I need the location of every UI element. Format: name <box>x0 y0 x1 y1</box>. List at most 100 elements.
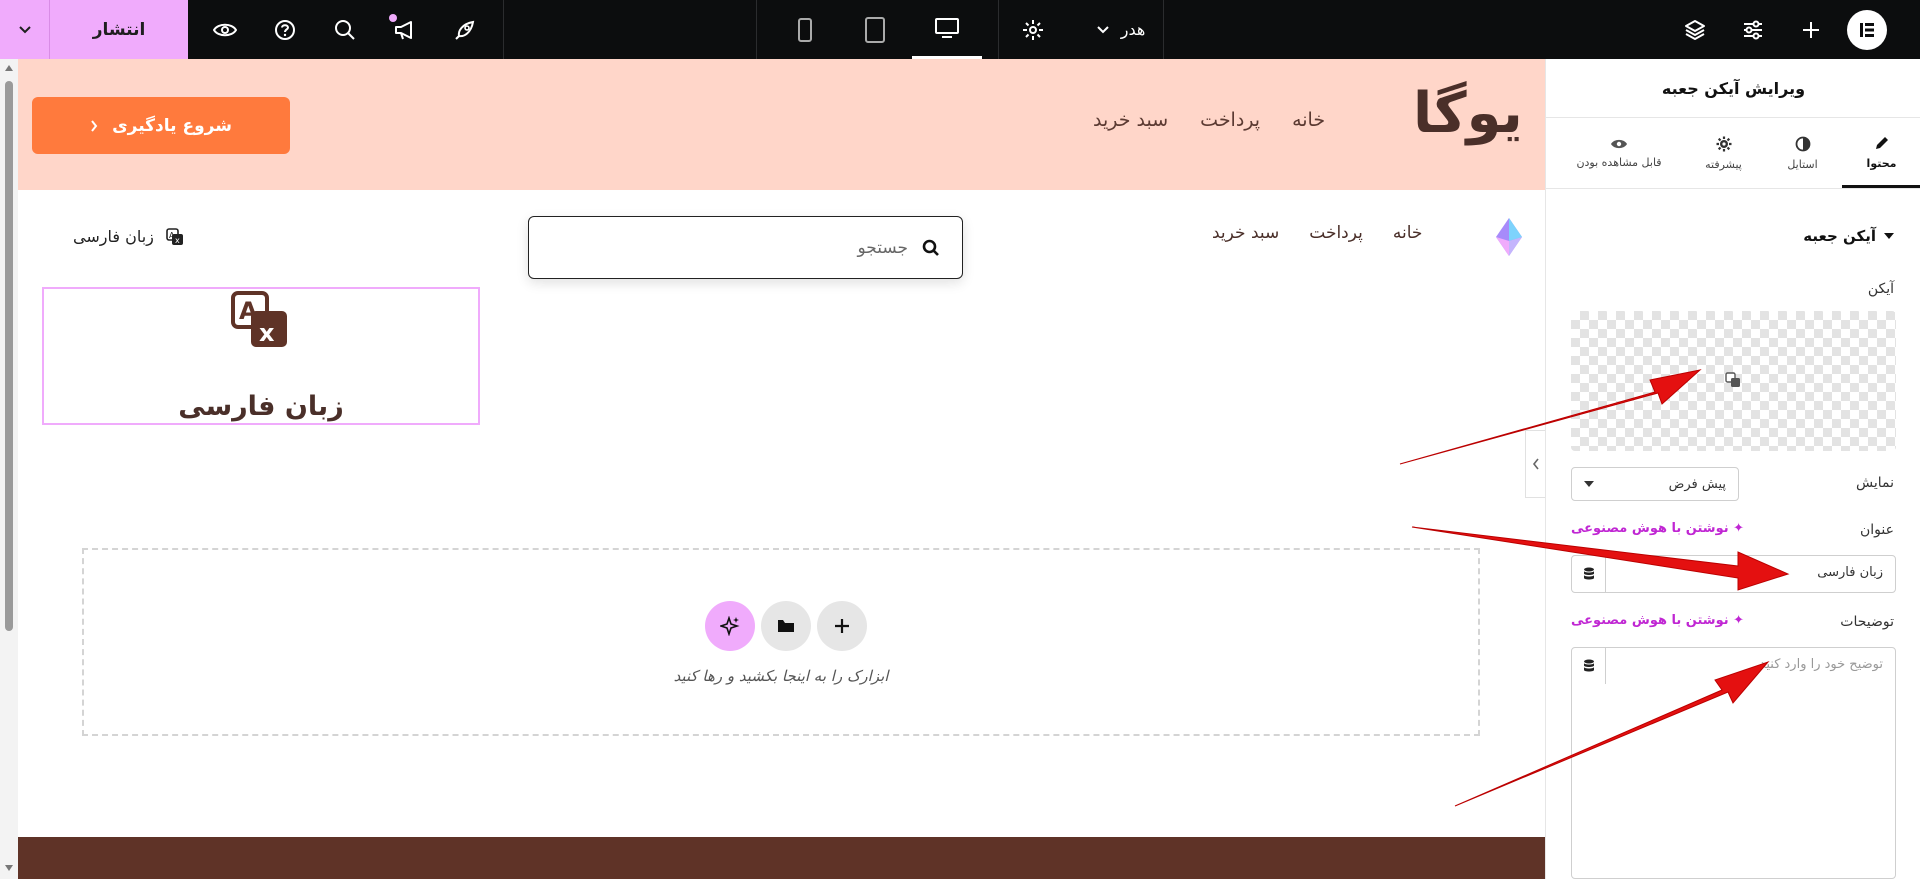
ai-write-title-link[interactable]: ✦ نوشتن با هوش مصنوعی <box>1571 521 1744 536</box>
template-select[interactable]: هدر <box>1076 0 1166 59</box>
elementor-logo-icon <box>1860 23 1874 37</box>
whats-new-button[interactable] <box>380 0 430 59</box>
tab-visibility[interactable]: قابل مشاهده بودن <box>1554 119 1684 188</box>
help-button[interactable] <box>260 0 310 59</box>
section-title: آیکن جعبه <box>1803 227 1876 245</box>
svg-text:x: x <box>259 319 275 347</box>
help-icon <box>275 19 295 40</box>
pencil-icon <box>1875 136 1888 149</box>
ai-write-description-label: نوشتن با هوش مصنوعی <box>1571 613 1729 628</box>
language-label: زبان فارسی <box>73 227 154 246</box>
preview-button[interactable] <box>200 0 250 59</box>
plus-icon <box>835 619 849 633</box>
svg-text:A: A <box>239 297 258 325</box>
description-textarea[interactable]: توضیح خود را وارد کنید <box>1760 657 1883 672</box>
scroll-down-arrow[interactable] <box>5 865 13 871</box>
start-learning-button[interactable]: شروع یادگیری <box>32 97 290 154</box>
megaphone-icon <box>395 20 412 39</box>
editor-canvas: شروع یادگیری خانه پرداخت سبد خرید یوگا خ… <box>18 59 1545 879</box>
ai-write-description-link[interactable]: ✦ نوشتن با هوش مصنوعی <box>1571 613 1744 628</box>
caret-down-icon <box>1584 481 1594 487</box>
ai-generate-button[interactable] <box>705 601 755 651</box>
tablet-view-button[interactable] <box>840 0 910 59</box>
add-element-button[interactable] <box>1786 0 1836 59</box>
title-input[interactable]: زبان فارسی <box>1817 565 1883 580</box>
display-select[interactable]: پیش فرض <box>1571 467 1739 501</box>
hero-nav: خانه پرداخت سبد خرید <box>1093 109 1325 131</box>
plus-icon <box>1803 21 1819 38</box>
translate-icon <box>1725 372 1740 387</box>
chevron-down-icon <box>1097 25 1109 33</box>
brand-logo-text[interactable]: یوگا <box>1413 81 1523 146</box>
desktop-view-button[interactable] <box>912 0 982 59</box>
icon-picker-preview[interactable] <box>1571 311 1896 451</box>
dynamic-tags-button[interactable] <box>1572 556 1606 592</box>
eye-icon <box>213 23 237 36</box>
tab-style-label: استایل <box>1787 158 1818 171</box>
sparkle-icon: ✦ <box>1733 613 1745 628</box>
icon-box-widget[interactable]: Ax زبان فارسی <box>42 287 480 425</box>
tab-content[interactable]: محتوا <box>1842 119 1920 188</box>
description-label: توضیحات <box>1840 614 1894 630</box>
footer-section <box>18 837 1545 879</box>
header-nav: خانه پرداخت سبد خرید <box>1212 223 1422 243</box>
header-nav-checkout[interactable]: پرداخت <box>1309 223 1363 243</box>
tab-advanced[interactable]: پیشرفته <box>1684 119 1763 188</box>
database-icon <box>1583 567 1594 580</box>
top-bar: انتشار هدر <box>0 0 1920 59</box>
header-nav-home[interactable]: خانه <box>1393 223 1423 243</box>
panel-collapse-toggle[interactable] <box>1525 430 1545 498</box>
hero-nav-cart[interactable]: سبد خرید <box>1093 109 1168 131</box>
publish-group: انتشار <box>0 0 188 59</box>
translate-icon: Ax <box>166 227 183 245</box>
search-icon <box>335 19 355 40</box>
language-switcher[interactable]: زبان فارسی Ax <box>73 227 184 246</box>
translate-icon: Ax <box>229 289 293 357</box>
search-input[interactable]: جستجو <box>857 238 908 258</box>
dropzone-hint: ابزارک را به اینجا بکشید و رها کنید <box>673 667 889 685</box>
hero-nav-checkout[interactable]: پرداخت <box>1200 109 1260 131</box>
caret-down-icon <box>1884 233 1894 239</box>
structure-button[interactable] <box>1670 0 1720 59</box>
page-settings-button[interactable] <box>1008 0 1058 59</box>
dynamic-tags-button[interactable] <box>1572 648 1606 684</box>
notification-dot <box>389 14 397 22</box>
description-field[interactable]: توضیح خود را وارد کنید <box>1571 647 1896 879</box>
tab-style[interactable]: استایل <box>1763 119 1842 188</box>
folder-icon <box>778 620 794 632</box>
sparkle-icon: ✦ <box>1733 521 1745 536</box>
site-logo-icon[interactable] <box>1495 217 1523 261</box>
title-field[interactable]: زبان فارسی <box>1571 555 1896 593</box>
publish-options-button[interactable] <box>0 0 50 59</box>
cta-label: شروع یادگیری <box>112 115 232 136</box>
panel-title: ویرایش آیکن جعبه <box>1546 59 1920 118</box>
mobile-view-button[interactable] <box>770 0 840 59</box>
canvas-scrollbar[interactable] <box>0 59 18 879</box>
section-toggle[interactable]: آیکن جعبه <box>1803 227 1894 245</box>
publish-button[interactable]: انتشار <box>50 0 188 59</box>
display-select-value: پیش فرض <box>1668 476 1726 492</box>
svg-text:x: x <box>175 236 180 245</box>
hero-section: شروع یادگیری خانه پرداخت سبد خرید یوگا <box>18 59 1545 190</box>
hero-nav-home[interactable]: خانه <box>1292 109 1325 131</box>
header-nav-cart[interactable]: سبد خرید <box>1212 223 1279 243</box>
panel-tabs: محتوا استایل پیشرفته قابل مشاهده بودن <box>1546 119 1920 189</box>
site-settings-sliders-button[interactable] <box>1728 0 1778 59</box>
site-settings-button[interactable] <box>440 0 490 59</box>
scroll-thumb[interactable] <box>5 81 13 631</box>
scroll-up-arrow[interactable] <box>5 65 13 71</box>
chevron-right-icon <box>91 119 98 132</box>
ai-write-title-label: نوشتن با هوش مصنوعی <box>1571 521 1729 536</box>
search-box[interactable]: جستجو <box>528 216 963 279</box>
chevron-left-icon <box>1532 458 1539 470</box>
layers-icon <box>1685 19 1705 40</box>
empty-section-dropzone[interactable]: ابزارک را به اینجا بکشید و رها کنید <box>82 548 1480 736</box>
elementor-logo[interactable] <box>1847 10 1887 50</box>
contrast-icon <box>1795 136 1810 152</box>
template-label: هدر <box>1120 20 1146 39</box>
search-button[interactable] <box>320 0 370 59</box>
add-section-button[interactable] <box>817 601 867 651</box>
chevron-down-icon <box>18 25 31 33</box>
tab-visibility-label: قابل مشاهده بودن <box>1576 156 1662 169</box>
template-library-button[interactable] <box>761 601 811 651</box>
